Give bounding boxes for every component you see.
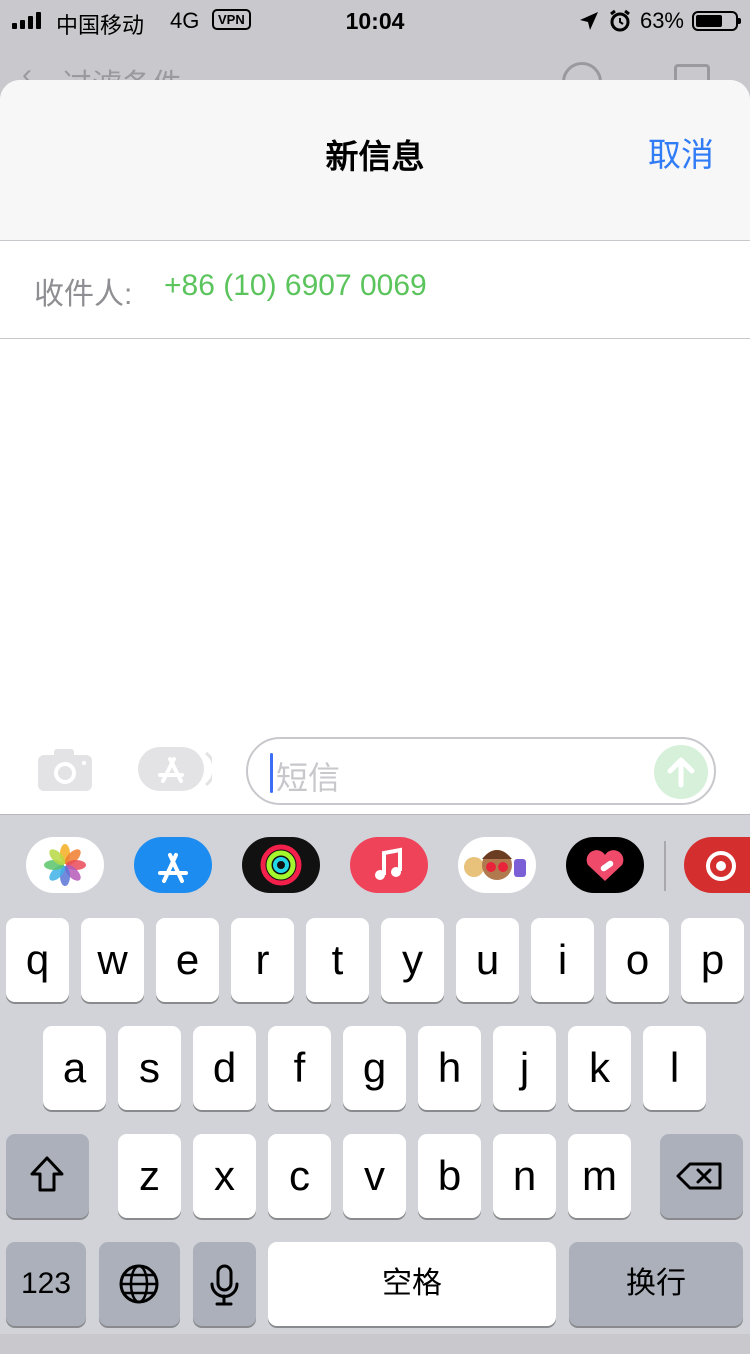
memoji-app-icon[interactable] xyxy=(458,837,536,893)
key-d[interactable]: d xyxy=(193,1026,256,1110)
key-w[interactable]: w xyxy=(81,918,144,1002)
key-q[interactable]: q xyxy=(6,918,69,1002)
key-s[interactable]: s xyxy=(118,1026,181,1110)
music-app-icon[interactable] xyxy=(350,837,428,893)
key-y[interactable]: y xyxy=(381,918,444,1002)
status-right: 63% xyxy=(578,8,741,34)
camera-button[interactable] xyxy=(36,745,94,793)
alarm-icon xyxy=(610,9,630,32)
status-bar: 中国移动 4G VPN 10:04 63% xyxy=(0,0,750,40)
app-drawer xyxy=(0,814,750,915)
globe-key[interactable] xyxy=(99,1242,180,1326)
return-key[interactable]: 换行 xyxy=(569,1242,743,1326)
key-r[interactable]: r xyxy=(231,918,294,1002)
backspace-icon xyxy=(676,1162,722,1190)
sheet-header: 新信息 取消 xyxy=(0,80,750,241)
keyboard: q w e r t y u i o p a s d f g h j k l z … xyxy=(0,914,750,1334)
key-l[interactable]: l xyxy=(643,1026,706,1110)
sheet-title: 新信息 xyxy=(325,138,425,175)
key-j[interactable]: j xyxy=(493,1026,556,1110)
activity-app-icon[interactable] xyxy=(242,837,320,893)
composer-bar: 短信 xyxy=(0,735,750,815)
microphone-icon xyxy=(210,1264,239,1306)
shift-icon xyxy=(30,1156,64,1192)
delete-key[interactable] xyxy=(660,1134,743,1218)
dictation-key[interactable] xyxy=(193,1242,256,1326)
new-message-sheet: 新信息 取消 收件人: +86 (10) 6907 0069 xyxy=(0,80,750,814)
numbers-key[interactable]: 123 xyxy=(6,1242,86,1326)
key-t[interactable]: t xyxy=(306,918,369,1002)
battery-percent: 63% xyxy=(639,8,684,33)
digital-touch-app-icon[interactable] xyxy=(566,837,644,893)
key-p[interactable]: p xyxy=(681,918,744,1002)
photos-app-icon[interactable] xyxy=(26,837,104,893)
battery-icon xyxy=(692,11,741,31)
key-u[interactable]: u xyxy=(456,918,519,1002)
cancel-button[interactable]: 取消 xyxy=(648,128,714,176)
key-m[interactable]: m xyxy=(568,1134,631,1218)
text-cursor xyxy=(270,753,273,793)
recipient-token[interactable]: +86 (10) 6907 0069 xyxy=(164,269,427,303)
key-k[interactable]: k xyxy=(568,1026,631,1110)
key-o[interactable]: o xyxy=(606,918,669,1002)
key-b[interactable]: b xyxy=(418,1134,481,1218)
message-input[interactable]: 短信 xyxy=(246,737,716,805)
space-key[interactable]: 空格 xyxy=(268,1242,556,1326)
key-h[interactable]: h xyxy=(418,1026,481,1110)
to-label: 收件人: xyxy=(34,278,133,311)
location-icon xyxy=(579,12,598,30)
drawer-divider xyxy=(664,841,666,891)
key-z[interactable]: z xyxy=(118,1134,181,1218)
message-placeholder: 短信 xyxy=(276,760,341,796)
netease-music-app-icon[interactable] xyxy=(684,837,750,893)
key-x[interactable]: x xyxy=(193,1134,256,1218)
key-e[interactable]: e xyxy=(156,918,219,1002)
key-f[interactable]: f xyxy=(268,1026,331,1110)
key-v[interactable]: v xyxy=(343,1134,406,1218)
globe-icon xyxy=(119,1264,159,1304)
app-store-icon xyxy=(138,747,216,791)
app-store-app-icon[interactable] xyxy=(134,837,212,893)
key-c[interactable]: c xyxy=(268,1134,331,1218)
key-i[interactable]: i xyxy=(531,918,594,1002)
send-button[interactable] xyxy=(654,745,708,799)
key-g[interactable]: g xyxy=(343,1026,406,1110)
recipient-row[interactable]: 收件人: +86 (10) 6907 0069 xyxy=(0,241,750,339)
apps-button[interactable] xyxy=(138,745,216,793)
key-a[interactable]: a xyxy=(43,1026,106,1110)
camera-icon xyxy=(38,749,92,791)
arrow-up-icon xyxy=(667,757,695,788)
shift-key[interactable] xyxy=(6,1134,89,1218)
key-n[interactable]: n xyxy=(493,1134,556,1218)
